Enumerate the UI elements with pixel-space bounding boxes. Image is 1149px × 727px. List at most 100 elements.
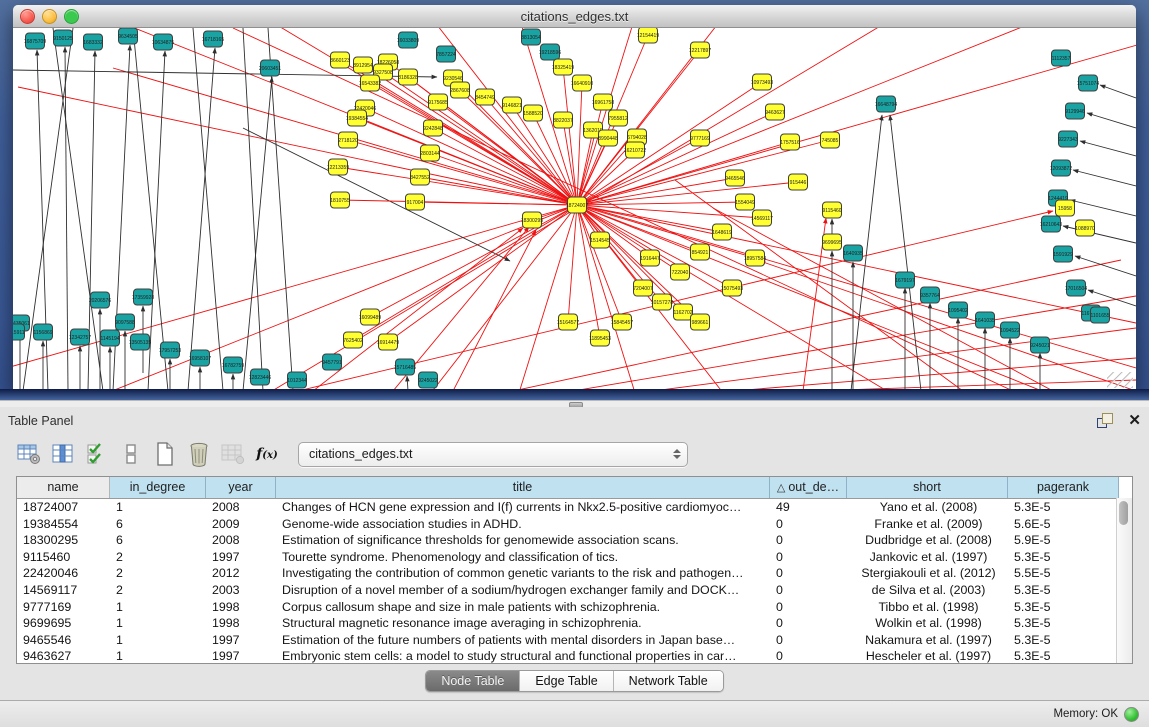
graph-node[interactable]: 8186328	[398, 69, 418, 85]
table-cell[interactable]: 5.3E-5	[1008, 648, 1119, 663]
graph-node[interactable]: 8660123	[330, 52, 350, 68]
table-cell[interactable]: Jankovic et al. (1997)	[847, 549, 1008, 566]
graph-node[interactable]: 9129946	[1065, 103, 1085, 119]
graph-node[interactable]: 12823446	[249, 369, 271, 385]
graph-node[interactable]: 18325419	[552, 59, 574, 75]
graph-node[interactable]: 1095402	[948, 302, 968, 318]
graph-node[interactable]: 9463627	[765, 104, 785, 120]
graph-node[interactable]: 722040	[671, 264, 690, 280]
graph-node[interactable]: 16782759	[222, 357, 244, 373]
graph-node[interactable]: 1162702	[673, 304, 692, 320]
table-cell[interactable]: 49	[770, 499, 847, 516]
table-cell[interactable]: Tourette syndrome. Phenomenology and cla…	[276, 549, 770, 566]
graph-node[interactable]: 1112357	[1052, 50, 1071, 66]
graph-node[interactable]: 1156869	[33, 324, 52, 340]
table-cell[interactable]: 9699695	[17, 615, 110, 632]
table-cell[interactable]: 1998	[206, 599, 276, 616]
table-cell[interactable]: Dudbridge et al. (2008)	[847, 532, 1008, 549]
table-cell[interactable]: 0	[770, 565, 847, 582]
graph-node[interactable]: 9457791	[322, 354, 342, 370]
close-panel-icon[interactable]: ✕	[1128, 413, 1141, 428]
table-row[interactable]: 1830029562008Estimation of significance …	[17, 532, 1132, 549]
graph-node[interactable]: 16640910	[571, 75, 593, 91]
table-cell[interactable]: Franke et al. (2009)	[847, 516, 1008, 533]
table-cell[interactable]: 9777169	[17, 599, 110, 616]
graph-node[interactable]: 20206576	[89, 292, 111, 308]
table-cell[interactable]: 14569117	[17, 582, 110, 599]
table-cell[interactable]: 9115460	[17, 549, 110, 566]
table-cell[interactable]: Embryonic stem cells: a model to study s…	[276, 648, 770, 663]
table-cell[interactable]: 0	[770, 648, 847, 663]
graph-node[interactable]: 18957584	[744, 250, 766, 266]
graph-node[interactable]: 9777169	[690, 130, 710, 146]
table-cell[interactable]: 1	[110, 615, 206, 632]
graph-node[interactable]: 2718120	[338, 132, 358, 148]
graph-node[interactable]: 9115460	[822, 202, 841, 218]
graph-node[interactable]: 20603451	[259, 60, 281, 76]
table-cell[interactable]: 5.3E-5	[1008, 632, 1119, 649]
network-canvas[interactable]: 1687570991501251683332963450510634875167…	[13, 28, 1136, 390]
table-row[interactable]: 911546021997Tourette syndrome. Phenomeno…	[17, 549, 1132, 566]
table-cell[interactable]: Estimation of significance thresholds fo…	[276, 532, 770, 549]
table-cell[interactable]: 1	[110, 632, 206, 649]
table-cell[interactable]: 1997	[206, 632, 276, 649]
graph-node[interactable]: 854921	[691, 244, 710, 260]
memory-indicator-icon[interactable]	[1124, 707, 1139, 722]
graph-node[interactable]: 989661	[691, 314, 710, 330]
graph-node[interactable]: 8822037	[553, 112, 573, 128]
table-cell[interactable]: Nakamura et al. (1997)	[847, 632, 1008, 649]
graph-node[interactable]: 2803144	[420, 145, 440, 161]
import-table-icon[interactable]	[218, 440, 248, 468]
graph-node[interactable]: 9150125	[53, 30, 73, 46]
table-cell[interactable]: 6	[110, 532, 206, 549]
table-cell[interactable]: Yano et al. (2008)	[847, 499, 1008, 516]
table-cell[interactable]: 19384554	[17, 516, 110, 533]
graph-node[interactable]: 1012344	[287, 372, 307, 388]
table-row[interactable]: 977716911998Corpus callosum shape and si…	[17, 599, 1132, 616]
table-row[interactable]: 946554611997Estimation of the future num…	[17, 632, 1132, 649]
table-cell[interactable]: 1997	[206, 549, 276, 566]
table-cell[interactable]: Changes of HCN gene expression and I(f) …	[276, 499, 770, 516]
graph-node[interactable]: 13505135	[129, 334, 151, 350]
table-cell[interactable]: 0	[770, 516, 847, 533]
graph-node[interactable]: 1683332	[83, 34, 103, 50]
graph-node[interactable]: 917004	[406, 194, 425, 210]
graph-node[interactable]: 14569117	[751, 210, 773, 226]
table-cell[interactable]: 5.3E-5	[1008, 499, 1119, 516]
table-cell[interactable]: 2012	[206, 565, 276, 582]
graph-node[interactable]: 16718165	[202, 31, 224, 47]
graph-node[interactable]: 16875709	[24, 33, 46, 49]
graph-node[interactable]: 7857224	[436, 46, 456, 62]
graph-node[interactable]: 17359928	[132, 289, 154, 305]
graph-node[interactable]: 15075493	[721, 280, 743, 296]
graph-node[interactable]: 8813054	[521, 29, 541, 45]
table-row[interactable]: 2242004622012Investigating the contribut…	[17, 565, 1132, 582]
graph-node[interactable]: 15958	[1056, 200, 1075, 216]
table-cell[interactable]: 1998	[206, 615, 276, 632]
graph-node[interactable]: 9175685	[428, 94, 448, 110]
network-window-titlebar[interactable]: citations_edges.txt	[13, 5, 1136, 28]
split-divider[interactable]	[0, 400, 1149, 407]
graph-node[interactable]: 9699695	[822, 234, 842, 250]
graph-node[interactable]: 10157278	[651, 294, 673, 310]
table-row[interactable]: 1456911722003Disruption of a novel membe…	[17, 582, 1132, 599]
select-checks-icon[interactable]	[82, 440, 112, 468]
graph-node[interactable]: 9227343	[1058, 131, 1078, 147]
table-cell[interactable]: 5.3E-5	[1008, 582, 1119, 599]
table-cell[interactable]: 0	[770, 632, 847, 649]
table-cell[interactable]: 2009	[206, 516, 276, 533]
table-cell[interactable]: 5.9E-5	[1008, 532, 1119, 549]
graph-node[interactable]: 2867608	[450, 82, 470, 98]
table-row[interactable]: 1938455462009Genome-wide association stu…	[17, 516, 1132, 533]
table-cell[interactable]: Investigating the contribution of common…	[276, 565, 770, 582]
table-cell[interactable]: Genome-wide association studies in ADHD.	[276, 516, 770, 533]
graph-node[interactable]: 15845457	[611, 314, 633, 330]
graph-node[interactable]: 9245021	[1030, 337, 1050, 353]
graph-node[interactable]: 9465546	[725, 170, 745, 186]
table-cell[interactable]: 1997	[206, 648, 276, 663]
graph-node[interactable]: 17957253	[159, 342, 181, 358]
table-options-icon[interactable]	[14, 440, 44, 468]
graph-node[interactable]: 1145194	[100, 330, 119, 346]
graph-node[interactable]: 11895453	[589, 330, 611, 346]
table-cell[interactable]: 0	[770, 532, 847, 549]
